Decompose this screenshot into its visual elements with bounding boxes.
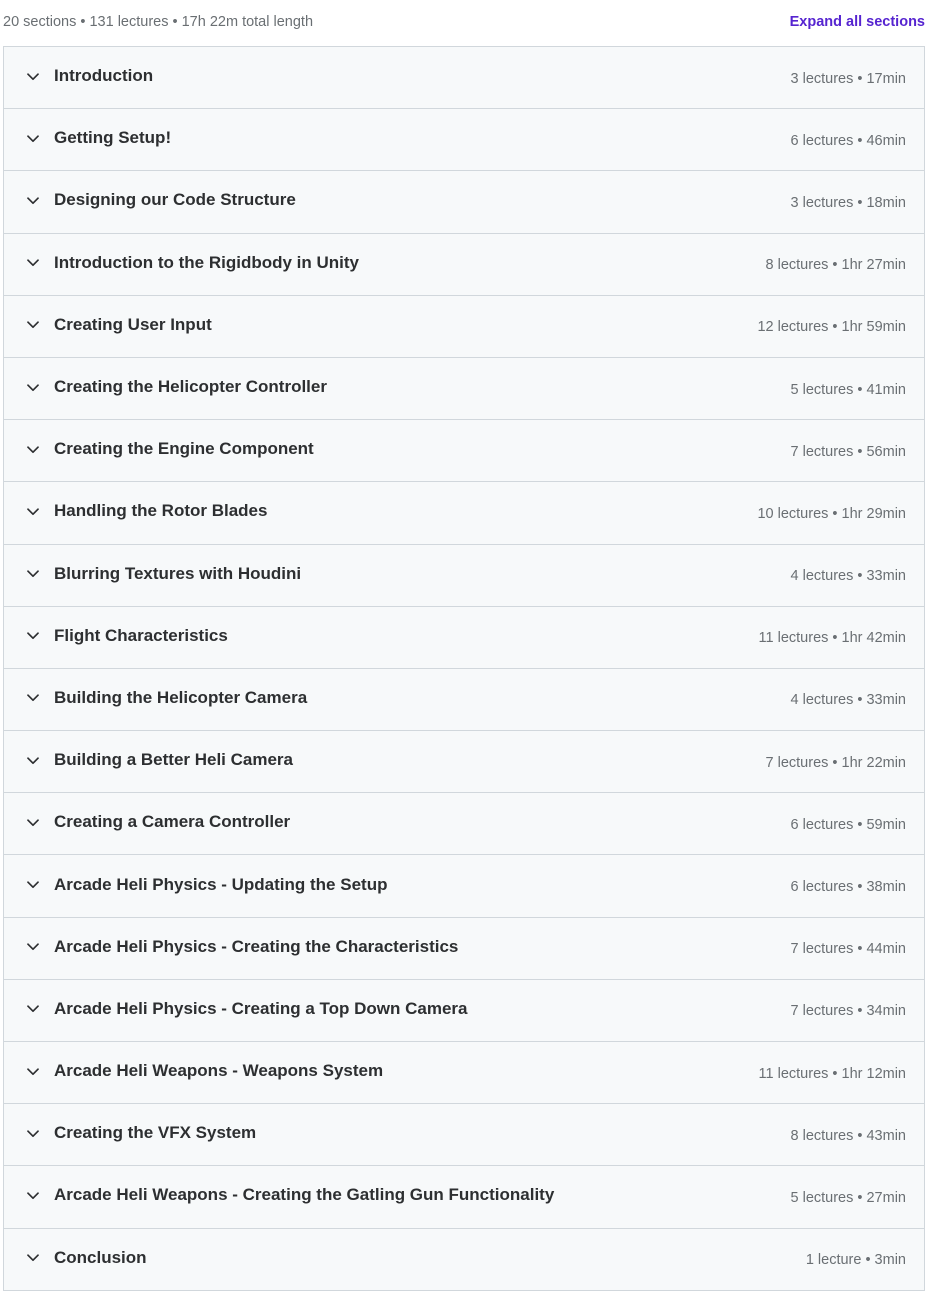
section-title: Blurring Textures with Houdini — [54, 563, 302, 583]
section-row[interactable]: Building a Better Heli Camera 7 lectures … — [4, 731, 924, 794]
section-meta: 7 lectures • 44min — [790, 941, 907, 958]
section-row[interactable]: Flight Characteristics 11 lectures • 1hr … — [4, 606, 924, 669]
section-meta: 11 lectures • 1hr 42min — [758, 630, 906, 647]
chevron-down-icon — [26, 878, 40, 892]
section-meta: 6 lectures • 46min — [790, 132, 907, 149]
chevron-down-icon — [26, 1002, 40, 1016]
chevron-down-icon — [26, 70, 40, 84]
section-title: Arcade Heli Physics - Creating the Chara… — [54, 936, 459, 956]
section-meta: 3 lectures • 17min — [790, 70, 907, 87]
section-row[interactable]: Arcade Heli Weapons - Creating the Gatli… — [4, 1166, 924, 1229]
chevron-down-icon — [26, 754, 40, 768]
section-row[interactable]: Introduction to the Rigidbody in Unity 8 … — [4, 233, 924, 296]
section-row[interactable]: Creating the Engine Component 7 lectures … — [4, 420, 924, 483]
section-meta: 7 lectures • 56min — [790, 443, 907, 460]
chevron-down-icon — [26, 691, 40, 705]
section-row[interactable]: Designing our Code Structure 3 lectures •… — [4, 171, 924, 234]
section-meta: 5 lectures • 41min — [790, 381, 907, 398]
chevron-down-icon — [26, 816, 40, 830]
section-row[interactable]: Arcade Heli Physics - Creating the Chara… — [4, 917, 924, 980]
section-row[interactable]: Handling the Rotor Blades 10 lectures • 1… — [4, 482, 924, 545]
curriculum-section-list: Introduction 3 lectures • 17min Getting Se… — [3, 46, 925, 1291]
section-meta: 7 lectures • 1hr 22min — [765, 754, 906, 771]
section-title: Creating a Camera Controller — [54, 812, 291, 832]
section-title: Arcade Heli Weapons - Creating the Gatli… — [54, 1185, 555, 1205]
section-meta: 10 lectures • 1hr 29min — [757, 505, 906, 522]
chevron-down-icon — [26, 940, 40, 954]
section-meta: 3 lectures • 18min — [790, 194, 907, 211]
section-meta: 5 lectures • 27min — [790, 1189, 907, 1206]
chevron-down-icon — [26, 256, 40, 270]
section-title: Getting Setup! — [54, 128, 172, 148]
section-title: Building the Helicopter Camera — [54, 687, 308, 707]
chevron-down-icon — [26, 1065, 40, 1079]
chevron-down-icon — [26, 567, 40, 581]
section-meta: 1 lecture • 3min — [805, 1252, 906, 1269]
section-row[interactable]: Creating User Input 12 lectures • 1hr 59m… — [4, 295, 924, 358]
section-title: Creating the VFX System — [54, 1123, 257, 1143]
section-title: Creating User Input — [54, 314, 212, 334]
chevron-down-icon — [26, 505, 40, 519]
chevron-down-icon — [26, 194, 40, 208]
section-title: Building a Better Heli Camera — [54, 750, 294, 770]
expand-all-sections-button[interactable]: Expand all sections — [790, 14, 925, 32]
section-title: Arcade Heli Physics - Updating the Setup — [54, 874, 388, 894]
chevron-down-icon — [26, 381, 40, 395]
section-title: Flight Characteristics — [54, 625, 228, 645]
chevron-down-icon — [26, 443, 40, 457]
section-meta: 4 lectures • 33min — [790, 692, 907, 709]
section-row[interactable]: Getting Setup! 6 lectures • 46min — [4, 109, 924, 172]
section-meta: 11 lectures • 1hr 12min — [758, 1065, 906, 1082]
section-meta: 8 lectures • 43min — [790, 1127, 907, 1144]
section-row[interactable]: Introduction 3 lectures • 17min — [4, 47, 924, 110]
chevron-down-icon — [26, 1127, 40, 1141]
section-title: Creating the Helicopter Controller — [54, 377, 327, 397]
section-title: Introduction to the Rigidbody in Unity — [54, 252, 360, 272]
chevron-down-icon — [26, 1189, 40, 1203]
section-meta: 7 lectures • 34min — [790, 1003, 907, 1020]
section-title: Arcade Heli Physics - Creating a Top Dow… — [54, 998, 468, 1018]
section-row[interactable]: Arcade Heli Physics - Updating the Setup… — [4, 855, 924, 918]
section-title: Arcade Heli Weapons - Weapons System — [54, 1061, 384, 1081]
course-summary: 20 sections • 131 lectures • 17h 22m tot… — [3, 14, 314, 30]
section-row[interactable]: Creating a Camera Controller 6 lectures •… — [4, 793, 924, 856]
section-meta: 8 lectures • 1hr 27min — [765, 257, 906, 274]
section-title: Creating the Engine Component — [54, 439, 314, 459]
section-meta: 12 lectures • 1hr 59min — [757, 319, 906, 336]
section-title: Conclusion — [54, 1247, 147, 1267]
section-row[interactable]: Building the Helicopter Camera 4 lectures… — [4, 668, 924, 732]
section-row[interactable]: Arcade Heli Weapons - Weapons System 11 l… — [4, 1042, 924, 1105]
section-row[interactable]: Creating the VFX System 8 lectures • 43mi… — [4, 1104, 924, 1167]
section-title: Introduction — [54, 66, 154, 86]
chevron-down-icon — [26, 629, 40, 643]
chevron-down-icon — [26, 1251, 40, 1265]
section-meta: 6 lectures • 38min — [790, 879, 907, 896]
section-title: Handling the Rotor Blades — [54, 501, 268, 521]
section-meta: 6 lectures • 59min — [790, 816, 907, 833]
curriculum-header: 20 sections • 131 lectures • 17h 22m tot… — [0, 0, 926, 46]
section-row[interactable]: Creating the Helicopter Controller 5 lect… — [4, 357, 924, 421]
section-row[interactable]: Conclusion 1 lecture • 3min — [4, 1228, 924, 1291]
section-row[interactable]: Arcade Heli Physics - Creating a Top Dow… — [4, 979, 924, 1042]
section-meta: 4 lectures • 33min — [790, 568, 907, 585]
chevron-down-icon — [26, 132, 40, 146]
chevron-down-icon — [26, 318, 40, 332]
section-row[interactable]: Blurring Textures with Houdini 4 lectures… — [4, 544, 924, 607]
section-title: Designing our Code Structure — [54, 190, 296, 210]
